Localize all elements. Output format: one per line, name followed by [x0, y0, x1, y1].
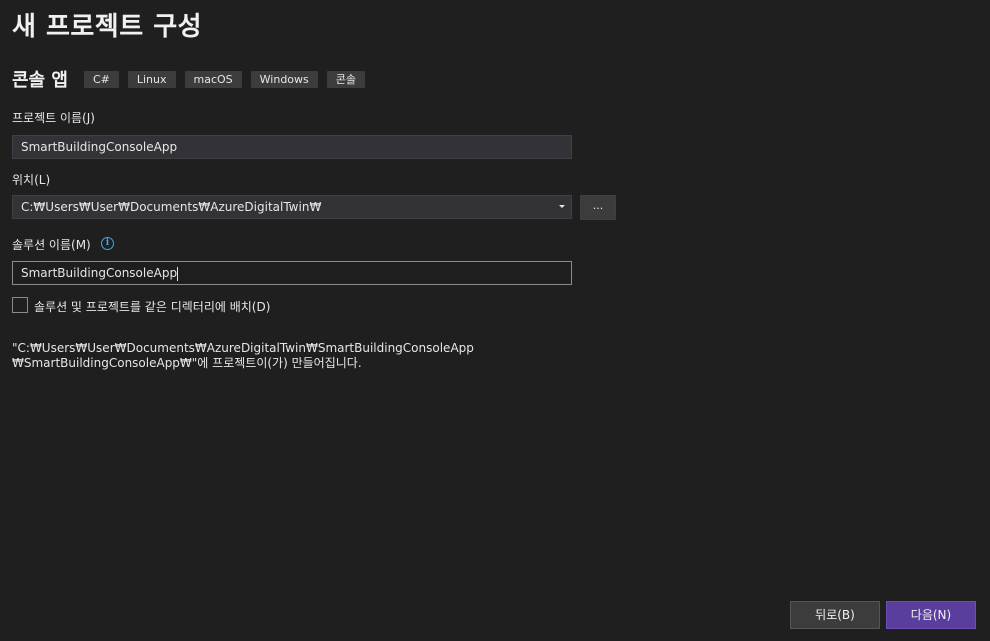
template-name: 콘솔 앱 — [12, 70, 68, 91]
template-info: 콘솔 앱 C# Linux macOS Windows 콘솔 — [12, 66, 374, 92]
path-info-line2: ₩SmartBuildingConsoleApp₩"에 프로젝트이(가) 만들어… — [12, 356, 362, 370]
project-name-label: 프로젝트 이름(J) — [12, 111, 95, 125]
location-combobox[interactable]: C:₩Users₩User₩Documents₩AzureDigitalTwin… — [12, 195, 572, 219]
back-button[interactable]: 뒤로(B) — [790, 601, 880, 629]
location-label: 위치(L) — [12, 173, 51, 187]
text-caret — [177, 266, 179, 281]
project-name-input[interactable]: SmartBuildingConsoleApp — [12, 135, 572, 159]
solution-name-label: 솔루션 이름(M) — [12, 238, 91, 252]
tag-windows: Windows — [250, 70, 318, 88]
tag-console: 콘솔 — [326, 70, 366, 88]
path-info-line1: "C:₩Users₩User₩Documents₩AzureDigitalTwi… — [12, 341, 474, 355]
info-icon[interactable]: i — [101, 237, 114, 250]
browse-button[interactable]: ... — [580, 195, 616, 220]
tag-csharp: C# — [83, 70, 119, 88]
next-button[interactable]: 다음(N) — [886, 601, 976, 629]
same-directory-label[interactable]: 솔루션 및 프로젝트를 같은 디렉터리에 배치(D) — [34, 298, 270, 315]
tag-linux: Linux — [127, 70, 176, 88]
solution-name-value: SmartBuildingConsoleApp — [21, 266, 178, 280]
location-value: C:₩Users₩User₩Documents₩AzureDigitalTwin… — [21, 200, 322, 214]
chevron-down-icon[interactable] — [559, 205, 565, 208]
solution-name-input[interactable]: SmartBuildingConsoleApp — [12, 261, 572, 285]
project-name-value: SmartBuildingConsoleApp — [21, 140, 178, 154]
tag-macos: macOS — [184, 70, 242, 88]
page-title: 새 프로젝트 구성 — [12, 12, 203, 42]
same-directory-checkbox[interactable] — [12, 297, 28, 313]
path-info: "C:₩Users₩User₩Documents₩AzureDigitalTwi… — [12, 341, 474, 371]
